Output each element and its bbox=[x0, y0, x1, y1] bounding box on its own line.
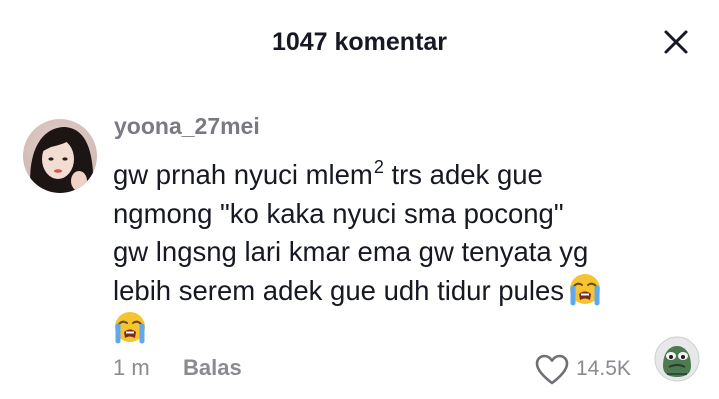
comment-body: gw prnah nyuci mlem2 trs adek gue ngmong… bbox=[113, 148, 673, 349]
comment-line-1-text: gw prnah nyuci mlem bbox=[113, 159, 373, 190]
reply-button[interactable]: Balas bbox=[183, 355, 242, 381]
comment-line-3: gw lngsng lari kmar ema gw tenyata yg bbox=[113, 236, 589, 267]
comment-line-5 bbox=[113, 310, 673, 349]
comment-line-4: lebih serem adek gue udh tidur pules bbox=[113, 272, 673, 311]
comment-item: yoona_27mei gw prnah nyuci mlem2 trs ade… bbox=[0, 0, 719, 399]
avatar-image bbox=[23, 119, 97, 193]
comment-line-1-tail: trs adek gue bbox=[383, 159, 543, 190]
comment-line-4-text: lebih serem adek gue udh tidur pules bbox=[113, 274, 564, 306]
heart-outline-icon bbox=[535, 354, 569, 385]
loudly-crying-face-emoji bbox=[568, 272, 602, 306]
comment-username[interactable]: yoona_27mei bbox=[114, 113, 260, 140]
frog-sticker-icon[interactable] bbox=[654, 336, 700, 382]
user-avatar[interactable] bbox=[23, 119, 97, 193]
comment-line-2: ngmong "ko kaka nyuci sma pocong" bbox=[113, 197, 564, 229]
superscript-2: 2 bbox=[373, 157, 384, 177]
comment-line-1: gw prnah nyuci mlem2 trs adek gue bbox=[113, 148, 673, 195]
comment-timestamp: 1 m bbox=[113, 355, 150, 380]
like-count: 14.5K bbox=[576, 357, 631, 380]
loudly-crying-face-emoji bbox=[113, 310, 147, 344]
